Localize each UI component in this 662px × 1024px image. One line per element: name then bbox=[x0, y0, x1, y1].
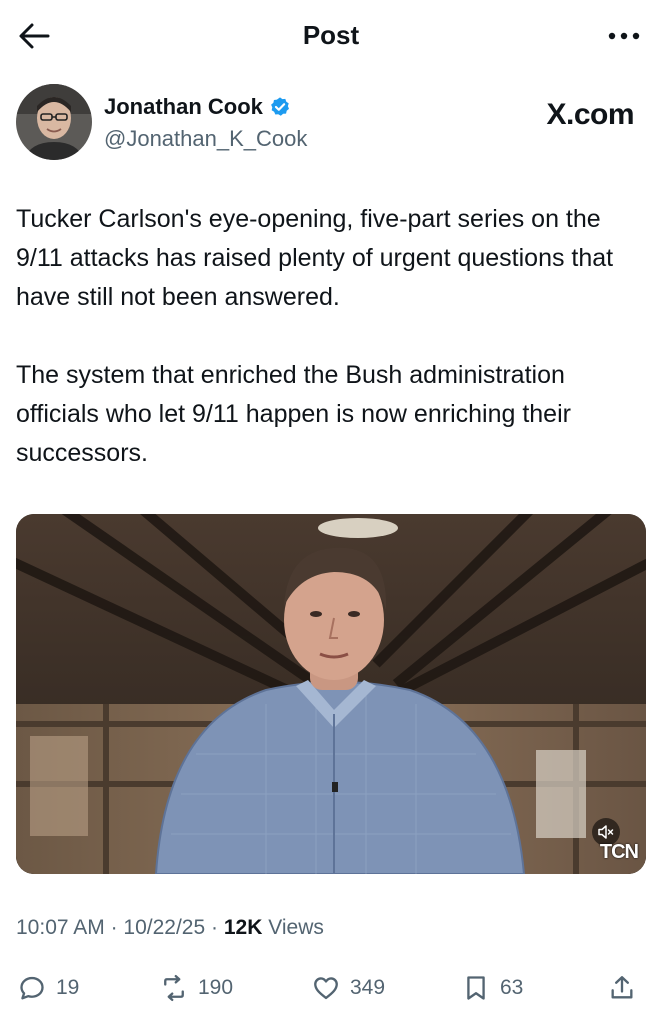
meta-separator: · bbox=[110, 916, 118, 939]
share-button[interactable] bbox=[608, 968, 636, 1008]
reply-count: 19 bbox=[56, 976, 80, 999]
post-date[interactable]: 10/22/25 bbox=[123, 916, 205, 939]
name-row: Jonathan Cook bbox=[104, 94, 291, 120]
more-options-button[interactable] bbox=[600, 22, 640, 50]
post-paragraph: Tucker Carlson's eye-opening, five-part … bbox=[16, 205, 621, 311]
action-bar: 19 190 349 63 bbox=[0, 960, 662, 1016]
more-horizontal-icon bbox=[608, 32, 640, 40]
verified-badge-icon bbox=[271, 97, 289, 116]
author-row: Jonathan Cook @Jonathan_K_Cook X.com bbox=[16, 84, 646, 164]
video-thumbnail bbox=[16, 514, 646, 874]
display-name[interactable]: Jonathan Cook bbox=[104, 94, 263, 120]
user-handle[interactable]: @Jonathan_K_Cook bbox=[104, 126, 307, 152]
reply-icon bbox=[20, 976, 44, 1000]
repost-count: 190 bbox=[198, 976, 234, 999]
bookmark-count: 63 bbox=[500, 976, 524, 999]
x-com-watermark: X.com bbox=[546, 98, 634, 131]
bookmark-icon bbox=[467, 976, 485, 1000]
video-player[interactable]: TCN bbox=[16, 514, 646, 874]
views-label: Views bbox=[268, 916, 324, 939]
avatar[interactable] bbox=[16, 84, 92, 160]
reply-button[interactable]: 19 bbox=[18, 968, 79, 1008]
tcn-logo: TCN bbox=[599, 841, 639, 863]
views-count: 12K bbox=[223, 916, 263, 939]
bookmark-button[interactable]: 63 bbox=[462, 968, 523, 1008]
post-page: Post Jonathan Cook @Jonathan_K_Cook X.co… bbox=[0, 0, 662, 1024]
repost-icon bbox=[164, 974, 184, 1002]
post-meta: 10:07 AM · 10/22/25 · 12K Views bbox=[16, 916, 324, 940]
post-text: Tucker Carlson's eye-opening, five-part … bbox=[16, 200, 648, 473]
post-paragraph: The system that enriched the Bush admini… bbox=[16, 361, 578, 467]
meta-separator: · bbox=[211, 916, 219, 939]
page-title: Post bbox=[302, 20, 360, 50]
post-time[interactable]: 10:07 AM bbox=[16, 916, 105, 939]
top-bar: Post bbox=[0, 0, 662, 72]
avatar-image bbox=[16, 84, 92, 160]
like-count: 349 bbox=[350, 976, 386, 999]
share-icon bbox=[611, 976, 633, 999]
repost-button[interactable]: 190 bbox=[160, 968, 233, 1008]
heart-icon bbox=[314, 977, 338, 1000]
speaker-muted-icon bbox=[598, 825, 614, 839]
like-button[interactable]: 349 bbox=[312, 968, 385, 1008]
